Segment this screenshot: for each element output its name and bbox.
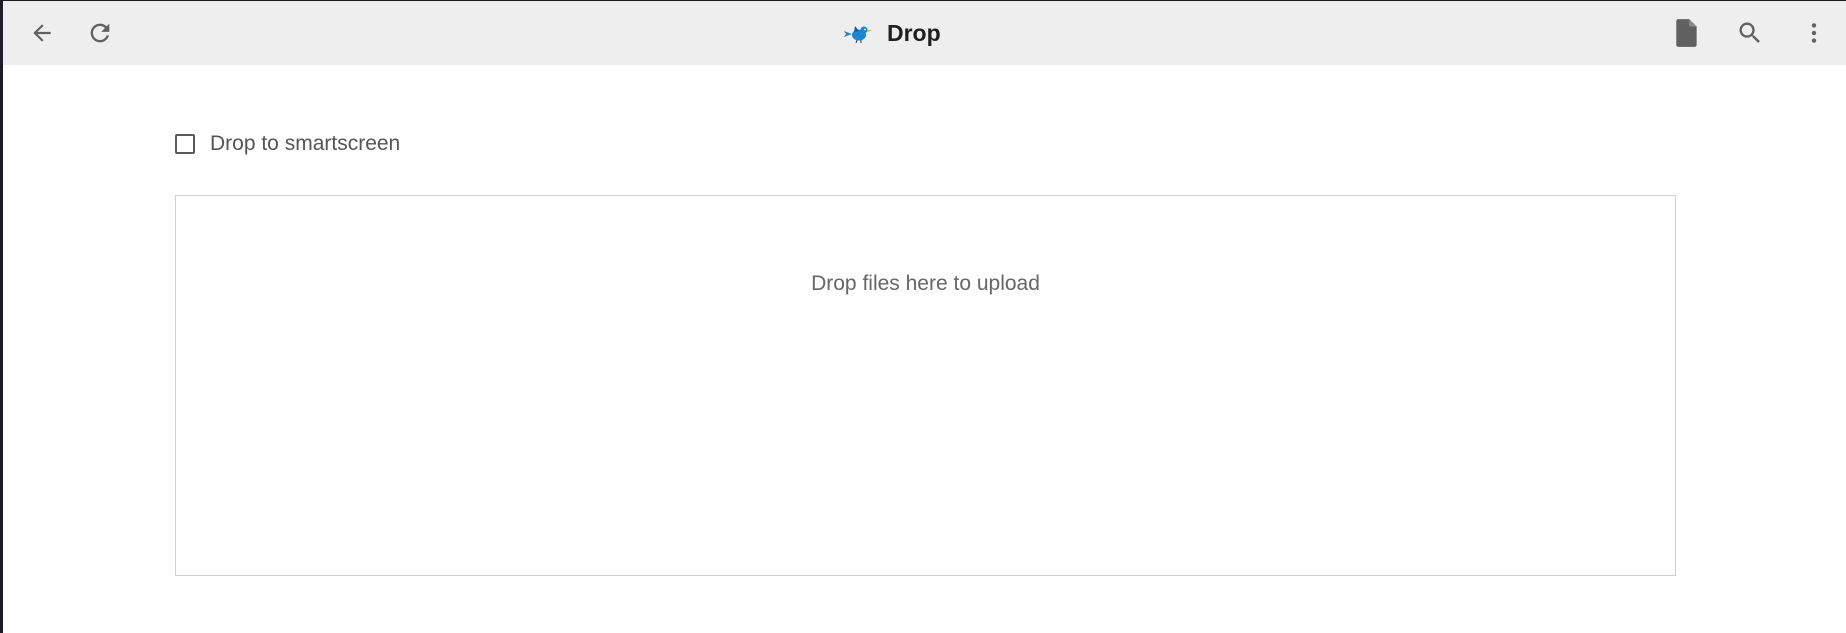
document-button[interactable] [1667,13,1707,53]
app-window: Drop Drop to smartscreen Drop files here… [0,0,1846,633]
page-title-group: Drop [843,1,941,65]
drop-to-smartscreen-option[interactable]: Drop to smartscreen [175,132,400,156]
more-vert-icon [1811,23,1817,43]
arrow-left-icon [33,24,51,42]
checkbox-label: Drop to smartscreen [210,132,401,155]
drop-to-smartscreen-checkbox[interactable] [175,134,195,154]
search-icon [1739,22,1760,43]
back-button[interactable] [22,13,62,53]
file-icon [1676,19,1697,47]
refresh-icon [90,23,110,43]
bird-logo-icon [844,26,872,44]
file-dropzone[interactable]: Drop files here to upload [175,195,1676,576]
dropzone-message: Drop files here to upload [811,272,1040,295]
reload-button[interactable] [80,13,120,53]
search-button[interactable] [1730,13,1770,53]
top-toolbar: Drop [3,1,1846,65]
more-options-button[interactable] [1794,13,1834,53]
page-title: Drop [887,19,941,46]
